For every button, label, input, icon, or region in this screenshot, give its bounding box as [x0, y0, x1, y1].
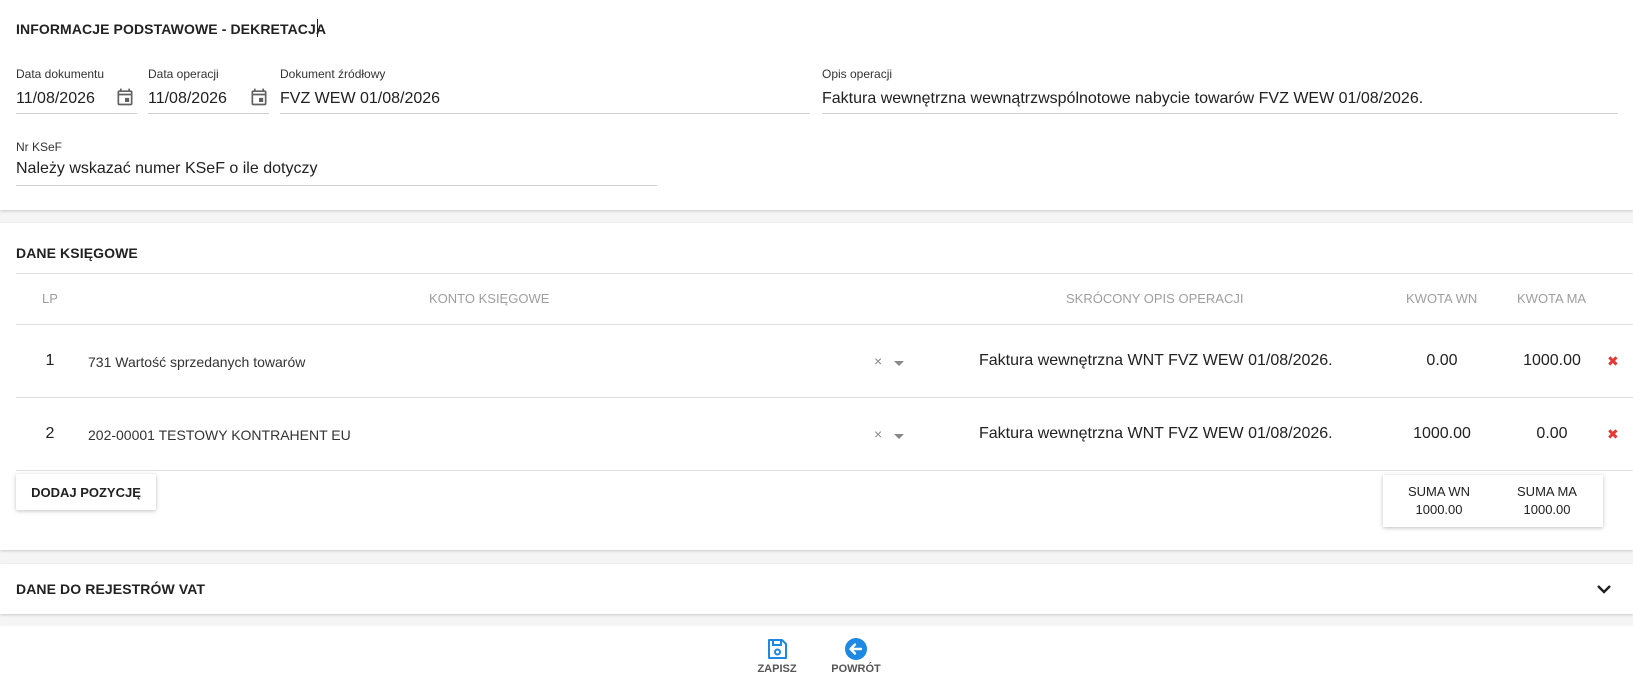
- sum-ma-label: SUMA MA: [1517, 484, 1577, 499]
- row-lp: 2: [45, 425, 55, 442]
- account-select[interactable]: 731 Wartość sprzedanych towarów: [88, 354, 305, 370]
- row-ma[interactable]: 0.00: [1502, 425, 1602, 443]
- row-desc[interactable]: Faktura wewnętrzna WNT FVZ WEW 01/08/202…: [979, 425, 1333, 443]
- ksef-input[interactable]: Należy wskazać numer KSeF o ile dotyczy: [16, 160, 317, 178]
- ksef-label: Nr KSeF: [16, 140, 63, 154]
- col-header-wn: KWOTA WN: [1406, 291, 1478, 306]
- delete-row-icon[interactable]: ✖: [1607, 426, 1619, 443]
- doc-date-underline: [16, 113, 137, 114]
- op-desc-input[interactable]: Faktura wewnętrzna wewnątrzwspólnotowe n…: [822, 90, 1423, 108]
- op-date-input[interactable]: 11/08/2026: [148, 90, 227, 108]
- accounting-card: DANE KSIĘGOWE LP KONTO KSIĘGOWE SKRÓCONY…: [0, 223, 1633, 550]
- sum-wn: SUMA WN 1000.00: [1389, 483, 1489, 519]
- accounting-title: DANE KSIĘGOWE: [16, 245, 138, 261]
- delete-row-icon[interactable]: ✖: [1607, 353, 1619, 370]
- save-button[interactable]: ZAPISZ: [747, 637, 807, 675]
- header-top-divider: [16, 273, 1633, 274]
- calendar-icon[interactable]: [115, 87, 135, 107]
- op-date-underline: [148, 113, 269, 114]
- row-lp: 1: [45, 352, 55, 369]
- account-select[interactable]: 202-00001 TESTOWY KONTRAHENT EU: [88, 427, 351, 443]
- sum-ma-value: 1000.00: [1523, 502, 1571, 517]
- col-header-desc: SKRÓCONY OPIS OPERACJI: [1066, 291, 1244, 306]
- save-icon: [768, 639, 787, 659]
- doc-date-label: Data dokumentu: [16, 67, 105, 81]
- row-divider: [16, 397, 1633, 398]
- col-header-lp: LP: [42, 291, 58, 306]
- vat-card[interactable]: DANE DO REJESTRÓW VAT: [0, 564, 1633, 614]
- basic-info-title: INFORMACJE PODSTAWOWE - DEKRETACJA: [16, 21, 327, 37]
- bottom-bar: [0, 626, 1633, 686]
- row-divider: [16, 470, 1633, 471]
- sum-ma: SUMA MA 1000.00: [1497, 483, 1597, 519]
- calendar-icon[interactable]: [249, 87, 269, 107]
- sum-wn-label: SUMA WN: [1407, 484, 1471, 499]
- sum-wn-value: 1000.00: [1415, 502, 1463, 517]
- sums-box: SUMA WN 1000.00 SUMA MA 1000.00: [1383, 475, 1603, 527]
- chevron-down-icon[interactable]: [1592, 577, 1616, 601]
- ksef-underline: [16, 185, 657, 186]
- clear-icon[interactable]: ×: [874, 353, 882, 369]
- op-desc-label: Opis operacji: [822, 67, 893, 81]
- header-bottom-divider: [16, 324, 1633, 325]
- col-header-account: KONTO KSIĘGOWE: [429, 291, 550, 306]
- row-wn[interactable]: 0.00: [1392, 352, 1492, 370]
- op-desc-underline: [822, 113, 1618, 114]
- arrow-left-circle-icon: [845, 638, 867, 660]
- text-cursor: [317, 19, 318, 37]
- back-button[interactable]: POWRÓT: [826, 637, 886, 675]
- basic-info-card: INFORMACJE PODSTAWOWE - DEKRETACJA Data …: [0, 0, 1633, 210]
- save-label: ZAPISZ: [757, 663, 797, 675]
- row-desc[interactable]: Faktura wewnętrzna WNT FVZ WEW 01/08/202…: [979, 352, 1333, 370]
- op-date-label: Data operacji: [148, 67, 219, 81]
- source-doc-underline: [280, 113, 810, 114]
- col-header-ma: KWOTA MA: [1517, 291, 1587, 306]
- chevron-down-icon[interactable]: [894, 361, 904, 366]
- row-wn[interactable]: 1000.00: [1392, 425, 1492, 443]
- doc-date-input[interactable]: 11/08/2026: [16, 90, 95, 108]
- back-label: POWRÓT: [831, 663, 881, 675]
- row-ma[interactable]: 1000.00: [1502, 352, 1602, 370]
- source-doc-label: Dokument źródłowy: [280, 67, 386, 81]
- chevron-down-icon[interactable]: [894, 434, 904, 439]
- vat-title: DANE DO REJESTRÓW VAT: [16, 581, 206, 597]
- add-position-button[interactable]: DODAJ POZYCJĘ: [16, 474, 156, 510]
- source-doc-input[interactable]: FVZ WEW 01/08/2026: [280, 90, 440, 108]
- clear-icon[interactable]: ×: [874, 426, 882, 442]
